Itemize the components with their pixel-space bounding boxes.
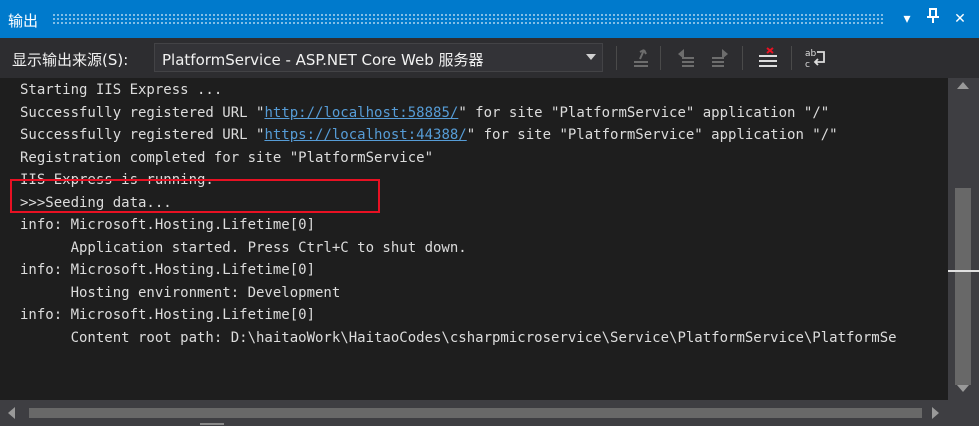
chevron-down-icon[interactable] [586, 54, 596, 60]
scrollbar-corner [948, 400, 979, 426]
window-position-dropdown-icon[interactable]: ▾ [896, 8, 918, 30]
url-link[interactable]: https://localhost:44388/ [264, 127, 466, 143]
output-text: " for site "PlatformService" application… [458, 104, 830, 121]
output-line: Successfully registered URL "https://loc… [20, 125, 897, 148]
auto-hide-pin-icon[interactable] [922, 8, 944, 30]
output-text: Successfully registered URL " [20, 127, 265, 143]
output-line: Hosting environment: Development [20, 284, 341, 301]
scroll-right-arrow-icon[interactable] [932, 407, 939, 419]
window-title: 输出 [8, 12, 39, 30]
pin-icon [927, 8, 939, 23]
output-line: info: Microsoft.Hosting.Lifetime[0] [20, 217, 316, 233]
scroll-down-arrow-icon[interactable] [957, 385, 969, 392]
toggle-word-wrap-icon[interactable]: ab c [803, 46, 827, 70]
output-line: Content root path: D:\haitaoWork\HaitaoC… [20, 329, 897, 346]
go-to-location-icon[interactable] [628, 46, 652, 70]
svg-text:c: c [805, 60, 810, 70]
scroll-up-arrow-icon[interactable] [957, 82, 969, 89]
svg-text:ab: ab [805, 49, 817, 59]
output-line: Successfully registered URL "http://loca… [20, 103, 897, 126]
output-window-titlebar: 输出 ▾ ✕ [0, 0, 979, 38]
scrollbar-position-marker [948, 270, 979, 272]
clear-all-icon[interactable] [756, 46, 780, 70]
vertical-scrollbar[interactable] [948, 78, 979, 400]
highlight-annotation-box [10, 179, 380, 213]
toolbar-divider [616, 46, 617, 70]
next-message-icon[interactable] [708, 46, 732, 70]
previous-message-icon[interactable] [674, 46, 698, 70]
bottom-edge-marker [200, 423, 224, 425]
scroll-left-arrow-icon[interactable] [8, 407, 15, 419]
titlebar-grip[interactable] [52, 13, 883, 25]
horizontal-scroll-thumb[interactable] [29, 408, 922, 418]
output-lines: Starting IIS Express ... Successfully re… [20, 80, 897, 350]
show-output-from-label: 显示输出来源(S): [12, 51, 129, 69]
output-source-select[interactable]: PlatformService - ASP.NET Core Web 服务器 [154, 43, 603, 72]
toolbar-divider [742, 46, 743, 70]
close-icon[interactable]: ✕ [949, 8, 971, 30]
toolbar-divider [791, 46, 792, 70]
vertical-scroll-thumb[interactable] [955, 188, 971, 385]
output-line: Application started. Press Ctrl+C to shu… [20, 239, 467, 256]
toolbar-divider [660, 46, 661, 70]
output-line: Starting IIS Express ... [20, 82, 223, 98]
output-text: Successfully registered URL " [20, 104, 265, 121]
url-link[interactable]: http://localhost:58885/ [264, 105, 458, 121]
output-line: info: Microsoft.Hosting.Lifetime[0] [20, 307, 316, 323]
output-text-area[interactable]: Starting IIS Express ... Successfully re… [0, 78, 948, 400]
output-line: Registration completed for site "Platfor… [20, 149, 434, 166]
output-text: " for site "PlatformService" application… [466, 127, 838, 143]
output-toolbar: 显示输出来源(S): PlatformService - ASP.NET Cor… [0, 38, 979, 78]
horizontal-scrollbar[interactable] [0, 400, 948, 426]
output-line: info: Microsoft.Hosting.Lifetime[0] [20, 262, 316, 278]
output-source-value: PlatformService - ASP.NET Core Web 服务器 [162, 51, 484, 69]
